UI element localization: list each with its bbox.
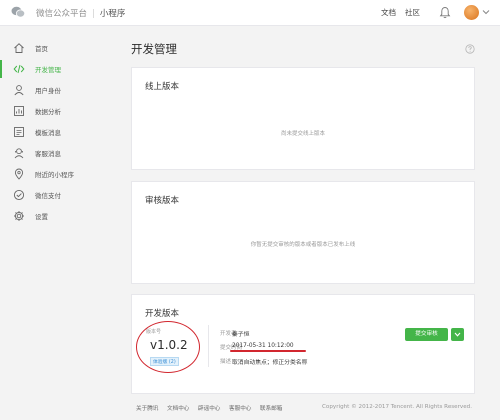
sidebar-item-template-message[interactable]: 模板消息	[0, 121, 120, 143]
copyright: Copyright © 2012-2017 Tencent. All Right…	[322, 404, 472, 410]
platform-name[interactable]: 微信公众平台	[36, 9, 87, 19]
template-icon	[14, 127, 24, 137]
sidebar-item-label: 开发管理	[35, 66, 61, 74]
sidebar-item-customer-service[interactable]: 客服消息	[0, 142, 120, 164]
gear-icon	[14, 211, 24, 221]
divider	[208, 325, 209, 367]
footer-link[interactable]: 联系邮箱	[260, 404, 282, 412]
payment-icon	[13, 189, 25, 201]
sidebar-item-settings[interactable]: 设置	[0, 205, 120, 227]
brand-separator: |	[92, 9, 95, 19]
page-title: 开发管理	[131, 42, 177, 56]
sidebar-item-label: 客服消息	[35, 150, 61, 158]
live-version-card: 线上版本 尚未提交线上版本	[131, 67, 475, 170]
brand: 微信公众平台 | 小程序	[36, 7, 125, 19]
sidebar-item-label: 微信支付	[35, 192, 61, 200]
code-icon	[13, 64, 25, 74]
top-bar: 微信公众平台 | 小程序 文档 社区	[0, 0, 500, 26]
sidebar-item-label: 模板消息	[35, 129, 61, 137]
review-version-card: 审核版本 你暂无提交审核的版本或者版本已发布上线	[131, 181, 475, 284]
nav-docs-link[interactable]: 文档	[381, 7, 396, 18]
location-icon	[14, 168, 24, 180]
annotation-underline	[230, 350, 306, 352]
sidebar-item-home[interactable]: 首页	[0, 37, 120, 59]
sidebar-item-data-analysis[interactable]: 数据分析	[0, 100, 120, 122]
help-icon[interactable]	[465, 44, 475, 54]
chevron-down-icon	[454, 332, 461, 337]
sidebar-item-user-identity[interactable]: 用户身份	[0, 79, 120, 101]
sidebar-item-wechat-pay[interactable]: 微信支付	[0, 184, 120, 206]
avatar[interactable]	[464, 5, 479, 20]
submit-time-value: 2017-05-31 10:12:00	[232, 343, 294, 349]
more-options-button[interactable]	[451, 328, 464, 341]
sidebar-item-label: 用户身份	[35, 87, 61, 95]
developer-value: 秦子恒	[232, 332, 250, 338]
footer-link[interactable]: 关于腾讯	[136, 404, 158, 412]
nav-community-link[interactable]: 社区	[405, 7, 420, 18]
service-icon	[14, 148, 24, 159]
wechat-logo-icon	[11, 6, 25, 18]
footer-link[interactable]: 客服中心	[229, 404, 251, 412]
sidebar-item-dev-management[interactable]: 开发管理	[0, 58, 120, 80]
sidebar-item-label: 设置	[35, 213, 48, 221]
footer: 关于腾讯 文档中心 辟谣中心 客服中心 联系邮箱 Copyright © 201…	[0, 397, 500, 420]
dev-version-title: 开发版本	[145, 309, 180, 319]
live-version-title: 线上版本	[145, 82, 180, 92]
chart-icon	[14, 106, 24, 116]
chevron-down-icon[interactable]	[482, 9, 490, 15]
app-name: 小程序	[99, 9, 126, 19]
description-label: 描述	[220, 359, 232, 365]
review-version-empty-text: 你暂无提交审核的版本或者版本已发布上线	[250, 242, 356, 248]
user-icon	[14, 85, 24, 96]
sidebar-item-label: 数据分析	[35, 108, 61, 116]
footer-link[interactable]: 文档中心	[167, 404, 189, 412]
bell-icon[interactable]	[439, 6, 451, 19]
sidebar: 首页 开发管理 用户身份 数据分析 模板消息 客服消息 附近的小程序 微信支付 …	[0, 26, 120, 420]
description-value: 取消自动焦点；修正分类名称	[232, 360, 308, 366]
home-icon	[14, 43, 24, 53]
review-version-title: 审核版本	[145, 196, 180, 206]
sidebar-item-label: 附近的小程序	[35, 171, 74, 179]
sidebar-item-nearby[interactable]: 附近的小程序	[0, 163, 120, 185]
sidebar-item-label: 首页	[35, 45, 48, 53]
live-version-empty-text: 尚未提交线上版本	[280, 131, 325, 137]
submit-review-button[interactable]: 提交审核	[405, 328, 448, 341]
dev-version-card: 开发版本 版本号 v1.0.2 体验版 (2) 开发者 秦子恒 提交时间 201…	[131, 294, 475, 394]
annotation-circle	[136, 321, 200, 373]
footer-link[interactable]: 辟谣中心	[198, 404, 220, 412]
